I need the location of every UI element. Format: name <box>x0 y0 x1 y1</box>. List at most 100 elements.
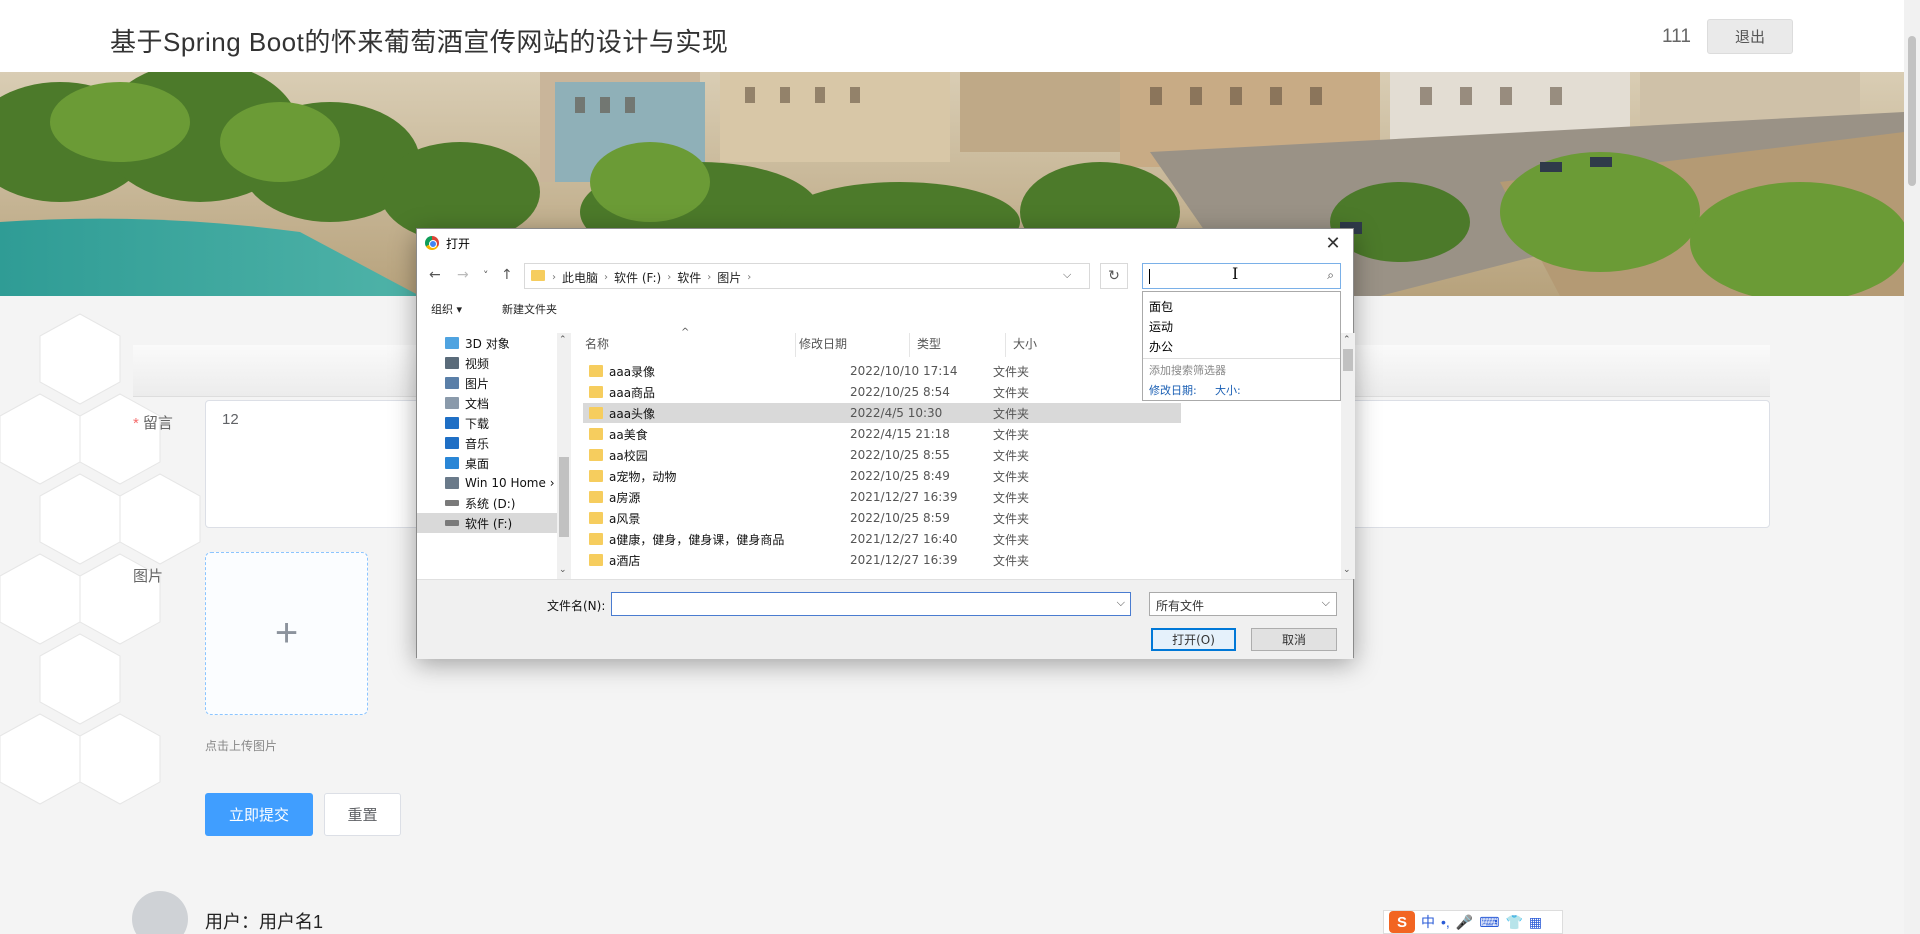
ime-keyboard-icon[interactable]: ⌨ <box>1479 914 1499 931</box>
file-row[interactable]: a宠物，动物 2022/10/25 8:49 文件夹 <box>583 466 1181 486</box>
drive-icon <box>445 520 459 526</box>
suggestion-item[interactable]: 办公 <box>1149 338 1173 355</box>
file-row[interactable]: aa校园 2022/10/25 8:55 文件夹 <box>583 445 1181 465</box>
file-row[interactable]: aaa商品 2022/10/25 8:54 文件夹 <box>583 382 1181 402</box>
folder-icon <box>589 512 603 524</box>
filename-dropdown-chevron-icon[interactable]: ⌵ <box>1117 596 1125 610</box>
column-header-date[interactable]: 修改日期 <box>799 335 847 352</box>
column-divider[interactable] <box>909 333 910 357</box>
breadcrumb-drive-f[interactable]: 软件 (F:) <box>614 269 661 286</box>
scroll-down-chevron-icon[interactable]: ⌄ <box>1343 565 1351 575</box>
file-row[interactable]: a房源 2021/12/27 16:39 文件夹 <box>583 487 1181 507</box>
tree-item-drive-d[interactable]: 系统 (D:) <box>445 493 563 513</box>
suggestion-item[interactable]: 面包 <box>1149 298 1173 315</box>
column-divider[interactable] <box>795 333 796 357</box>
ime-microphone-icon[interactable]: 🎤 <box>1456 914 1473 931</box>
close-icon[interactable]: ✕ <box>1319 230 1347 256</box>
navigation-scroll-thumb[interactable] <box>559 457 569 537</box>
tree-item-videos[interactable]: 视频 <box>445 353 563 373</box>
search-icon[interactable]: ⌕ <box>1327 268 1334 283</box>
folder-icon <box>589 428 603 440</box>
breadcrumb: › 此电脑 › 软件 (F:) › 软件 › 图片 › <box>552 269 751 286</box>
forward-arrow-icon[interactable]: → <box>457 267 469 283</box>
documents-icon <box>445 397 459 409</box>
column-divider[interactable] <box>1005 333 1006 357</box>
tree-item-music[interactable]: 音乐 <box>445 433 563 453</box>
logout-button[interactable]: 退出 <box>1707 19 1793 54</box>
plus-icon: + <box>274 611 299 655</box>
breadcrumb-software[interactable]: 软件 <box>677 269 701 286</box>
navigation-pane-scrollbar[interactable]: ⌃ ⌄ <box>557 333 571 579</box>
file-row[interactable]: aa美食 2022/4/15 21:18 文件夹 <box>583 424 1181 444</box>
file-row[interactable]: aaa录像 2022/10/10 17:14 文件夹 <box>583 361 1181 381</box>
folder-icon <box>531 270 545 281</box>
scroll-down-chevron-icon[interactable]: ⌄ <box>559 565 567 575</box>
text-caret <box>1149 269 1150 284</box>
file-list-scroll-thumb[interactable] <box>1343 349 1353 371</box>
filter-size[interactable]: 大小: <box>1215 382 1241 398</box>
address-bar[interactable]: › 此电脑 › 软件 (F:) › 软件 › 图片 › ⌵ <box>524 263 1090 289</box>
ime-mode-chinese[interactable]: 中 <box>1421 912 1435 932</box>
breadcrumb-separator-icon: › <box>604 272 609 283</box>
file-row-selected[interactable]: aaa头像 2022/4/5 10:30 文件夹 <box>583 403 1181 423</box>
up-arrow-icon[interactable]: ↑ <box>501 267 513 283</box>
search-suggestions-popup: 面包 运动 办公 添加搜索筛选器 修改日期: 大小: <box>1142 291 1341 401</box>
file-type-select[interactable]: 所有文件 ⌵ <box>1149 592 1337 616</box>
breadcrumb-pictures[interactable]: 图片 <box>717 269 741 286</box>
address-dropdown-chevron-icon[interactable]: ⌵ <box>1063 268 1071 282</box>
tree-item-win10-home[interactable]: Win 10 Home › <box>445 473 563 493</box>
tree-item-desktop[interactable]: 桌面 <box>445 453 563 473</box>
column-header-name[interactable]: 名称 <box>585 335 609 352</box>
dialog-nav-bar: ← → ˅ ↑ › 此电脑 › 软件 (F:) › 软件 › 图片 › ⌵ ↻ … <box>417 261 1353 291</box>
image-label: 图片 <box>133 568 164 585</box>
file-list-scrollbar[interactable]: ⌃ ⌄ <box>1341 333 1355 579</box>
file-type-value: 所有文件 <box>1156 599 1205 613</box>
dialog-footer: 文件名(N): ⌵ 所有文件 ⌵ 打开(O) 取消 <box>417 579 1353 659</box>
ime-toolbox-icon[interactable]: ▦ <box>1529 914 1542 931</box>
suggestions-divider <box>1143 358 1340 359</box>
breadcrumb-separator-icon: › <box>552 272 556 283</box>
filename-label: 文件名(N): <box>547 599 606 613</box>
ime-toolbar[interactable]: S 中 •, 🎤 ⌨ 👕 ▦ <box>1383 910 1563 934</box>
message-label: 留言 <box>142 415 173 432</box>
organize-menu[interactable]: 组织 ▾ <box>431 301 462 317</box>
tree-item-drive-f[interactable]: 软件 (F:) <box>417 513 557 533</box>
refresh-icon[interactable]: ↻ <box>1100 263 1128 289</box>
column-header-size[interactable]: 大小 <box>1013 335 1037 352</box>
file-row[interactable]: a酒店 2021/12/27 16:39 文件夹 <box>583 550 1181 570</box>
file-row[interactable]: a健康，健身，健身课，健身商品 2021/12/27 16:40 文件夹 <box>583 529 1181 549</box>
cancel-button[interactable]: 取消 <box>1251 628 1337 651</box>
column-header-type[interactable]: 类型 <box>917 335 941 352</box>
scroll-up-chevron-icon[interactable]: ⌃ <box>559 335 567 345</box>
submit-button[interactable]: 立即提交 <box>205 793 313 836</box>
image-upload-area[interactable]: + <box>205 552 368 715</box>
recent-locations-chevron-icon[interactable]: ˅ <box>483 269 489 282</box>
message-label-row: * 留言 <box>133 412 173 433</box>
ime-skin-icon[interactable]: 👕 <box>1505 914 1522 931</box>
file-type-chevron-icon: ⌵ <box>1321 596 1330 609</box>
new-folder-button[interactable]: 新建文件夹 <box>502 301 557 317</box>
page-scrollbar[interactable] <box>1904 0 1920 934</box>
filter-date-modified[interactable]: 修改日期: <box>1149 382 1197 398</box>
tree-item-downloads[interactable]: 下载 <box>445 413 563 433</box>
tree-item-3d-objects[interactable]: 3D 对象 <box>445 333 563 353</box>
file-row[interactable]: a风景 2022/10/25 8:59 文件夹 <box>583 508 1181 528</box>
add-search-filter-hint: 添加搜索筛选器 <box>1149 364 1226 377</box>
filename-input[interactable]: ⌵ <box>611 592 1131 616</box>
scroll-up-chevron-icon[interactable]: ⌃ <box>1343 335 1351 345</box>
breadcrumb-separator-icon: › <box>747 272 752 283</box>
reset-button[interactable]: 重置 <box>324 793 401 836</box>
3d-objects-icon <box>445 337 459 349</box>
ime-punctuation-icon[interactable]: •, <box>1441 914 1450 930</box>
back-arrow-icon[interactable]: ← <box>429 267 441 283</box>
tree-item-pictures[interactable]: 图片 <box>445 373 563 393</box>
dialog-titlebar[interactable]: 打开 ✕ <box>417 229 1353 257</box>
open-button[interactable]: 打开(O) <box>1151 628 1236 651</box>
suggestion-item[interactable]: 运动 <box>1149 318 1173 335</box>
video-icon <box>445 357 459 369</box>
navigation-pane: 3D 对象 视频 图片 文档 下载 音乐 桌面 Win 10 Home › 系统… <box>417 333 564 579</box>
tree-item-documents[interactable]: 文档 <box>445 393 563 413</box>
search-input[interactable]: ⌕ <box>1142 263 1341 289</box>
breadcrumb-this-pc[interactable]: 此电脑 <box>562 269 598 286</box>
page-scrollbar-thumb[interactable] <box>1908 36 1916 186</box>
